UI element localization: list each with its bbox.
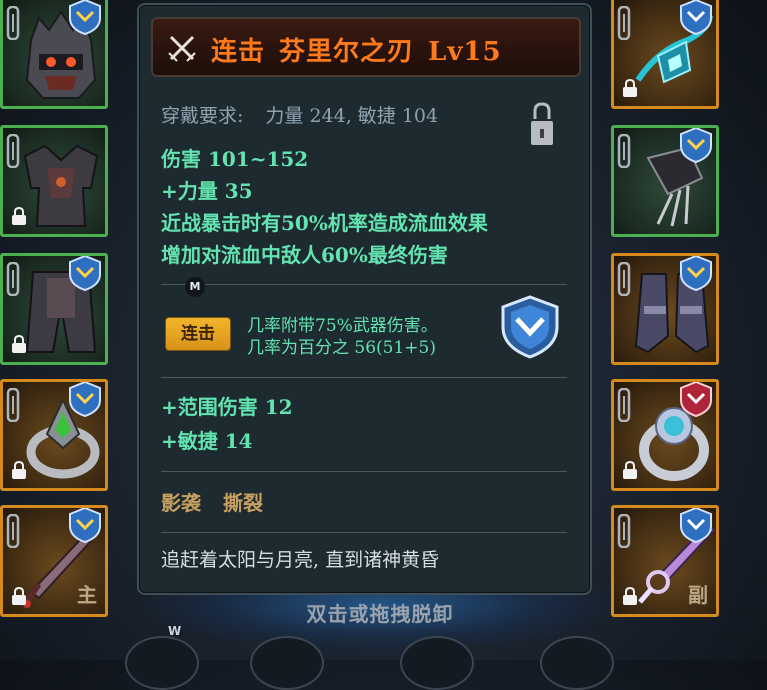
stat-bleed-damage: 增加对流血中敌人60%最终伤害 xyxy=(161,243,448,267)
unlock-icon[interactable] xyxy=(529,101,555,149)
lock-icon xyxy=(12,206,26,225)
main-hand-label: 主 xyxy=(77,583,97,607)
rank-badge-icon xyxy=(680,128,712,164)
skill-desc-line2: 几率为百分之 56(51+5) xyxy=(247,338,436,358)
equip-slot-ring-2[interactable] xyxy=(611,379,719,491)
stat-strength: +力量 35 xyxy=(161,179,253,203)
set-part-2: 撕裂 xyxy=(223,491,263,515)
equip-slot-armor[interactable] xyxy=(0,125,108,237)
off-hand-label: 副 xyxy=(688,583,708,607)
rank-badge-icon xyxy=(680,256,712,292)
divider xyxy=(161,377,567,378)
set-part-1: 影袭 xyxy=(161,491,201,515)
stat-bleed-chance: 近战暴击时有50%机率造成流血效果 xyxy=(161,211,488,235)
rank-badge-icon xyxy=(69,382,101,418)
rank-badge-icon xyxy=(69,0,101,36)
unequip-hint: 双击或拖拽脱卸 xyxy=(306,602,454,626)
skill-slot[interactable] xyxy=(250,636,324,690)
armor-icon xyxy=(23,144,99,227)
stat-damage: 伤害 101~152 xyxy=(161,147,309,171)
rank-badge-icon xyxy=(69,508,101,544)
lock-icon xyxy=(12,586,26,605)
skill-slot[interactable] xyxy=(400,636,474,690)
lock-icon xyxy=(623,460,637,479)
divider xyxy=(161,471,567,472)
lock-icon xyxy=(12,460,26,479)
item-level: Lv15 xyxy=(428,37,502,67)
rank-badge-red-icon xyxy=(680,382,712,418)
rank-badge-icon xyxy=(69,256,101,292)
divider xyxy=(161,532,567,533)
skill-tag: 连击 xyxy=(165,317,231,351)
rank-badge-icon xyxy=(680,0,712,36)
equip-slot-amulet[interactable] xyxy=(611,0,719,109)
lock-icon xyxy=(623,586,637,605)
lock-icon xyxy=(12,334,26,353)
crossed-swords-icon xyxy=(168,35,196,62)
shield-emblem-icon xyxy=(501,295,559,359)
divider xyxy=(161,284,567,285)
item-title: 连击 芬里尔之刃 Lv15 xyxy=(211,31,516,68)
wear-requirement: 穿戴要求: 力量 244, 敏捷 104 xyxy=(161,101,438,128)
set-bonus-names: 影袭 撕裂 xyxy=(161,487,285,516)
hotkey-m: M xyxy=(185,277,205,297)
lock-icon xyxy=(623,78,637,97)
equip-slot-helmet[interactable] xyxy=(0,0,108,109)
rank-badge-icon xyxy=(680,508,712,544)
stat-agility: +敏捷 14 xyxy=(161,429,253,453)
equip-slot-gloves[interactable] xyxy=(611,125,719,237)
item-tooltip: 连击 芬里尔之刃 Lv15 穿戴要求: 力量 244, 敏捷 104 伤害 101~1… xyxy=(137,3,592,595)
equip-slot-off-weapon[interactable]: 副 xyxy=(611,505,719,617)
equip-slot-pants[interactable] xyxy=(0,253,108,365)
item-type: 连击 xyxy=(211,37,266,67)
item-name: 芬里尔之刃 xyxy=(279,37,415,67)
equip-slot-main-weapon[interactable]: 主 xyxy=(0,505,108,617)
equip-slot-ring[interactable] xyxy=(0,379,108,491)
skill-slot[interactable] xyxy=(540,636,614,690)
requirement-label: 穿戴要求: xyxy=(161,105,244,127)
item-title-bar: 连击 芬里尔之刃 Lv15 xyxy=(151,17,581,77)
flavor-text: 追赶着太阳与月亮, 直到诸神黄昏 xyxy=(161,549,440,571)
skill-slot[interactable] xyxy=(125,636,199,690)
requirement-value: 力量 244, 敏捷 104 xyxy=(265,105,439,127)
equip-slot-boots[interactable] xyxy=(611,253,719,365)
stat-area-damage: +范围伤害 12 xyxy=(161,395,293,419)
